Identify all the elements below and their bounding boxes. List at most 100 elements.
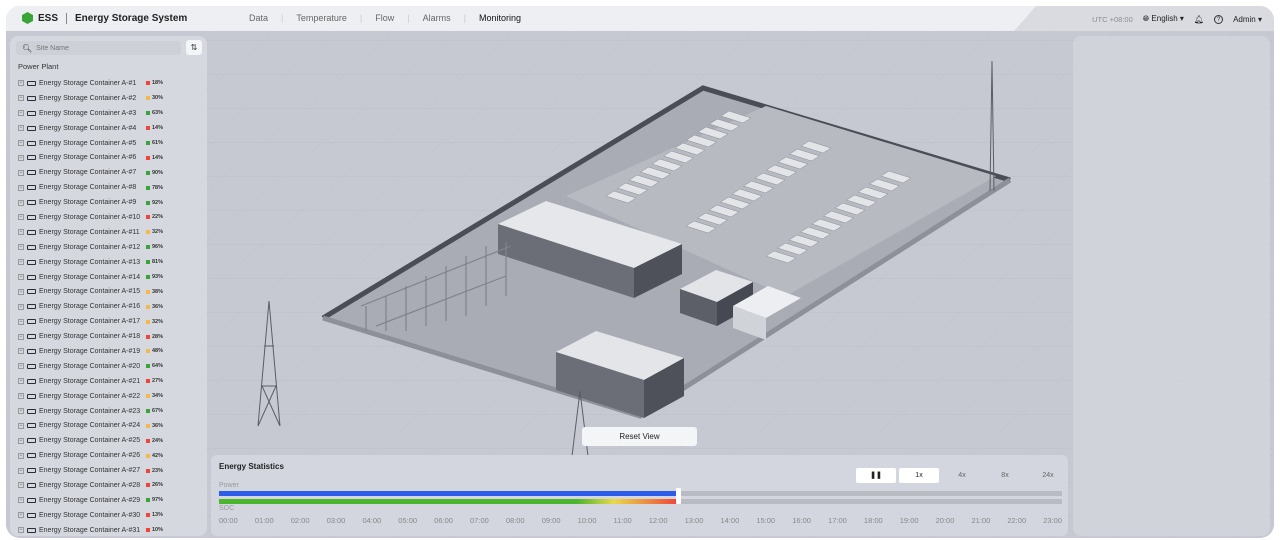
list-item[interactable]: + Energy Storage Container A-#30 13% [18,508,203,523]
list-item[interactable]: + Energy Storage Container A-#22 34% [18,389,203,404]
help-icon[interactable]: ? [1214,14,1224,24]
list-item[interactable]: + Energy Storage Container A-#12 96% [18,240,203,255]
expand-icon[interactable]: + [18,199,24,206]
speed-8x[interactable]: 8x [985,468,1025,483]
expand-icon[interactable]: + [18,437,24,444]
expand-icon[interactable]: + [18,110,24,117]
expand-icon[interactable]: + [18,393,24,400]
list-item[interactable]: + Energy Storage Container A-#24 36% [18,418,203,433]
expand-icon[interactable]: + [18,422,24,429]
soc-status-dot [146,200,150,205]
expand-icon[interactable]: + [18,184,24,191]
list-item[interactable]: + Energy Storage Container A-#8 78% [18,180,203,195]
speed-1x[interactable]: 1x [899,468,939,483]
list-item[interactable]: + Energy Storage Container A-#20 64% [18,359,203,374]
expand-icon[interactable]: + [18,140,24,146]
expand-icon[interactable]: + [18,259,24,266]
expand-icon[interactable]: + [18,80,24,87]
list-item[interactable]: + Energy Storage Container A-#21 27% [18,374,203,389]
soc-status-dot [146,126,150,131]
expand-icon[interactable]: + [18,229,24,236]
expand-icon[interactable]: + [18,378,24,385]
expand-icon[interactable]: + [18,452,24,459]
pause-button[interactable]: ❚❚ [856,468,896,483]
speed-24x[interactable]: 24x [1028,468,1068,483]
expand-icon[interactable]: + [18,288,24,295]
playback-controls: ❚❚ 1x 4x 8x 24x [856,468,1068,483]
list-item[interactable]: + Energy Storage Container A-#5 61% [18,136,203,151]
expand-icon[interactable]: + [18,497,24,504]
power-track[interactable] [219,491,1062,496]
user-menu[interactable]: Admin ▾ [1233,15,1262,24]
list-item[interactable]: + Energy Storage Container A-#27 23% [18,463,203,478]
soc-value: 48% [152,348,164,355]
language-select[interactable]: 🌐︎ English ▾ [1143,14,1184,24]
soc-value: 81% [152,259,164,266]
time-axis: 00:00 01:00 02:00 03:00 04:00 05:00 06:00 07:00… [219,516,1062,525]
expand-icon[interactable]: + [18,482,24,489]
list-item[interactable]: + Energy Storage Container A-#28 26% [18,478,203,493]
expand-icon[interactable]: + [18,303,24,310]
speed-4x[interactable]: 4x [942,468,982,483]
reset-view-button[interactable]: Reset View [582,427,697,446]
battery-icon [27,259,36,265]
list-item[interactable]: + Energy Storage Container A-#3 63% [18,106,203,121]
expand-icon[interactable]: + [18,318,24,325]
list-item[interactable]: + Energy Storage Container A-#7 90% [18,165,203,180]
nav-data[interactable]: Data [236,13,281,23]
list-item[interactable]: + Energy Storage Container A-#6 14% [18,150,203,165]
expand-icon[interactable]: + [18,169,24,176]
expand-icon[interactable]: + [18,95,24,102]
list-item[interactable]: + Energy Storage Container A-#31 10% [18,523,203,538]
expand-icon[interactable]: + [18,527,24,534]
list-item[interactable]: + Energy Storage Container A-#2 30% [18,91,203,106]
time-tick: 01:00 [254,516,274,525]
time-tick: 10:00 [577,516,597,525]
expand-icon[interactable]: + [18,408,24,415]
list-item[interactable]: + Energy Storage Container A-#15 38% [18,284,203,299]
list-item[interactable]: + Energy Storage Container A-#29 97% [18,493,203,508]
expand-icon[interactable]: + [18,348,24,355]
nav-alarms[interactable]: Alarms [410,13,464,23]
list-item[interactable]: + Energy Storage Container A-#9 92% [18,195,203,210]
container-list: + Energy Storage Container A-#1 18% + Energy… [18,76,203,538]
list-item[interactable]: + Energy Storage Container A-#26 42% [18,448,203,463]
expand-icon[interactable]: + [18,512,24,519]
expand-icon[interactable]: + [18,333,24,340]
list-item[interactable]: + Energy Storage Container A-#23 67% [18,404,203,419]
battery-icon [27,95,36,101]
container-name: Energy Storage Container A-#22 [39,392,141,400]
soc-value: 90% [152,169,164,176]
expand-icon[interactable]: + [18,274,24,281]
expand-icon[interactable]: + [18,125,24,132]
battery-icon [27,348,36,354]
expand-icon[interactable]: + [18,467,24,474]
expand-icon[interactable]: + [18,154,24,161]
search-input[interactable] [36,44,177,52]
list-item[interactable]: + Energy Storage Container A-#1 18% [18,76,203,91]
bell-icon[interactable]: 🔔︎ [1194,15,1204,24]
list-item[interactable]: + Energy Storage Container A-#13 81% [18,255,203,270]
expand-icon[interactable]: + [18,363,24,370]
list-item[interactable]: + Energy Storage Container A-#16 36% [18,299,203,314]
soc-track[interactable] [219,499,1062,504]
list-item[interactable]: + Energy Storage Container A-#17 32% [18,314,203,329]
list-item[interactable]: + Energy Storage Container A-#14 93% [18,270,203,285]
expand-icon[interactable]: + [18,244,24,251]
expand-icon[interactable]: + [18,214,24,221]
list-item[interactable]: + Energy Storage Container A-#4 14% [18,121,203,136]
list-item[interactable]: + Energy Storage Container A-#10 22% [18,210,203,225]
power-label: Power [219,482,239,489]
sort-button[interactable]: ⇅ [186,40,202,55]
list-item[interactable]: + Energy Storage Container A-#11 32% [18,225,203,240]
list-item[interactable]: + Energy Storage Container A-#19 48% [18,344,203,359]
nav-flow[interactable]: Flow [362,13,407,23]
list-item[interactable]: + Energy Storage Container A-#18 28% [18,329,203,344]
list-item[interactable]: + Energy Storage Container A-#25 24% [18,433,203,448]
nav-monitoring[interactable]: Monitoring [466,13,534,23]
container-name: Energy Storage Container A-#26 [39,452,141,460]
soc-status-dot [146,394,150,399]
pause-icon: ❚❚ [870,472,882,479]
timeline-playhead[interactable] [676,488,682,504]
nav-temperature[interactable]: Temperature [283,13,360,23]
